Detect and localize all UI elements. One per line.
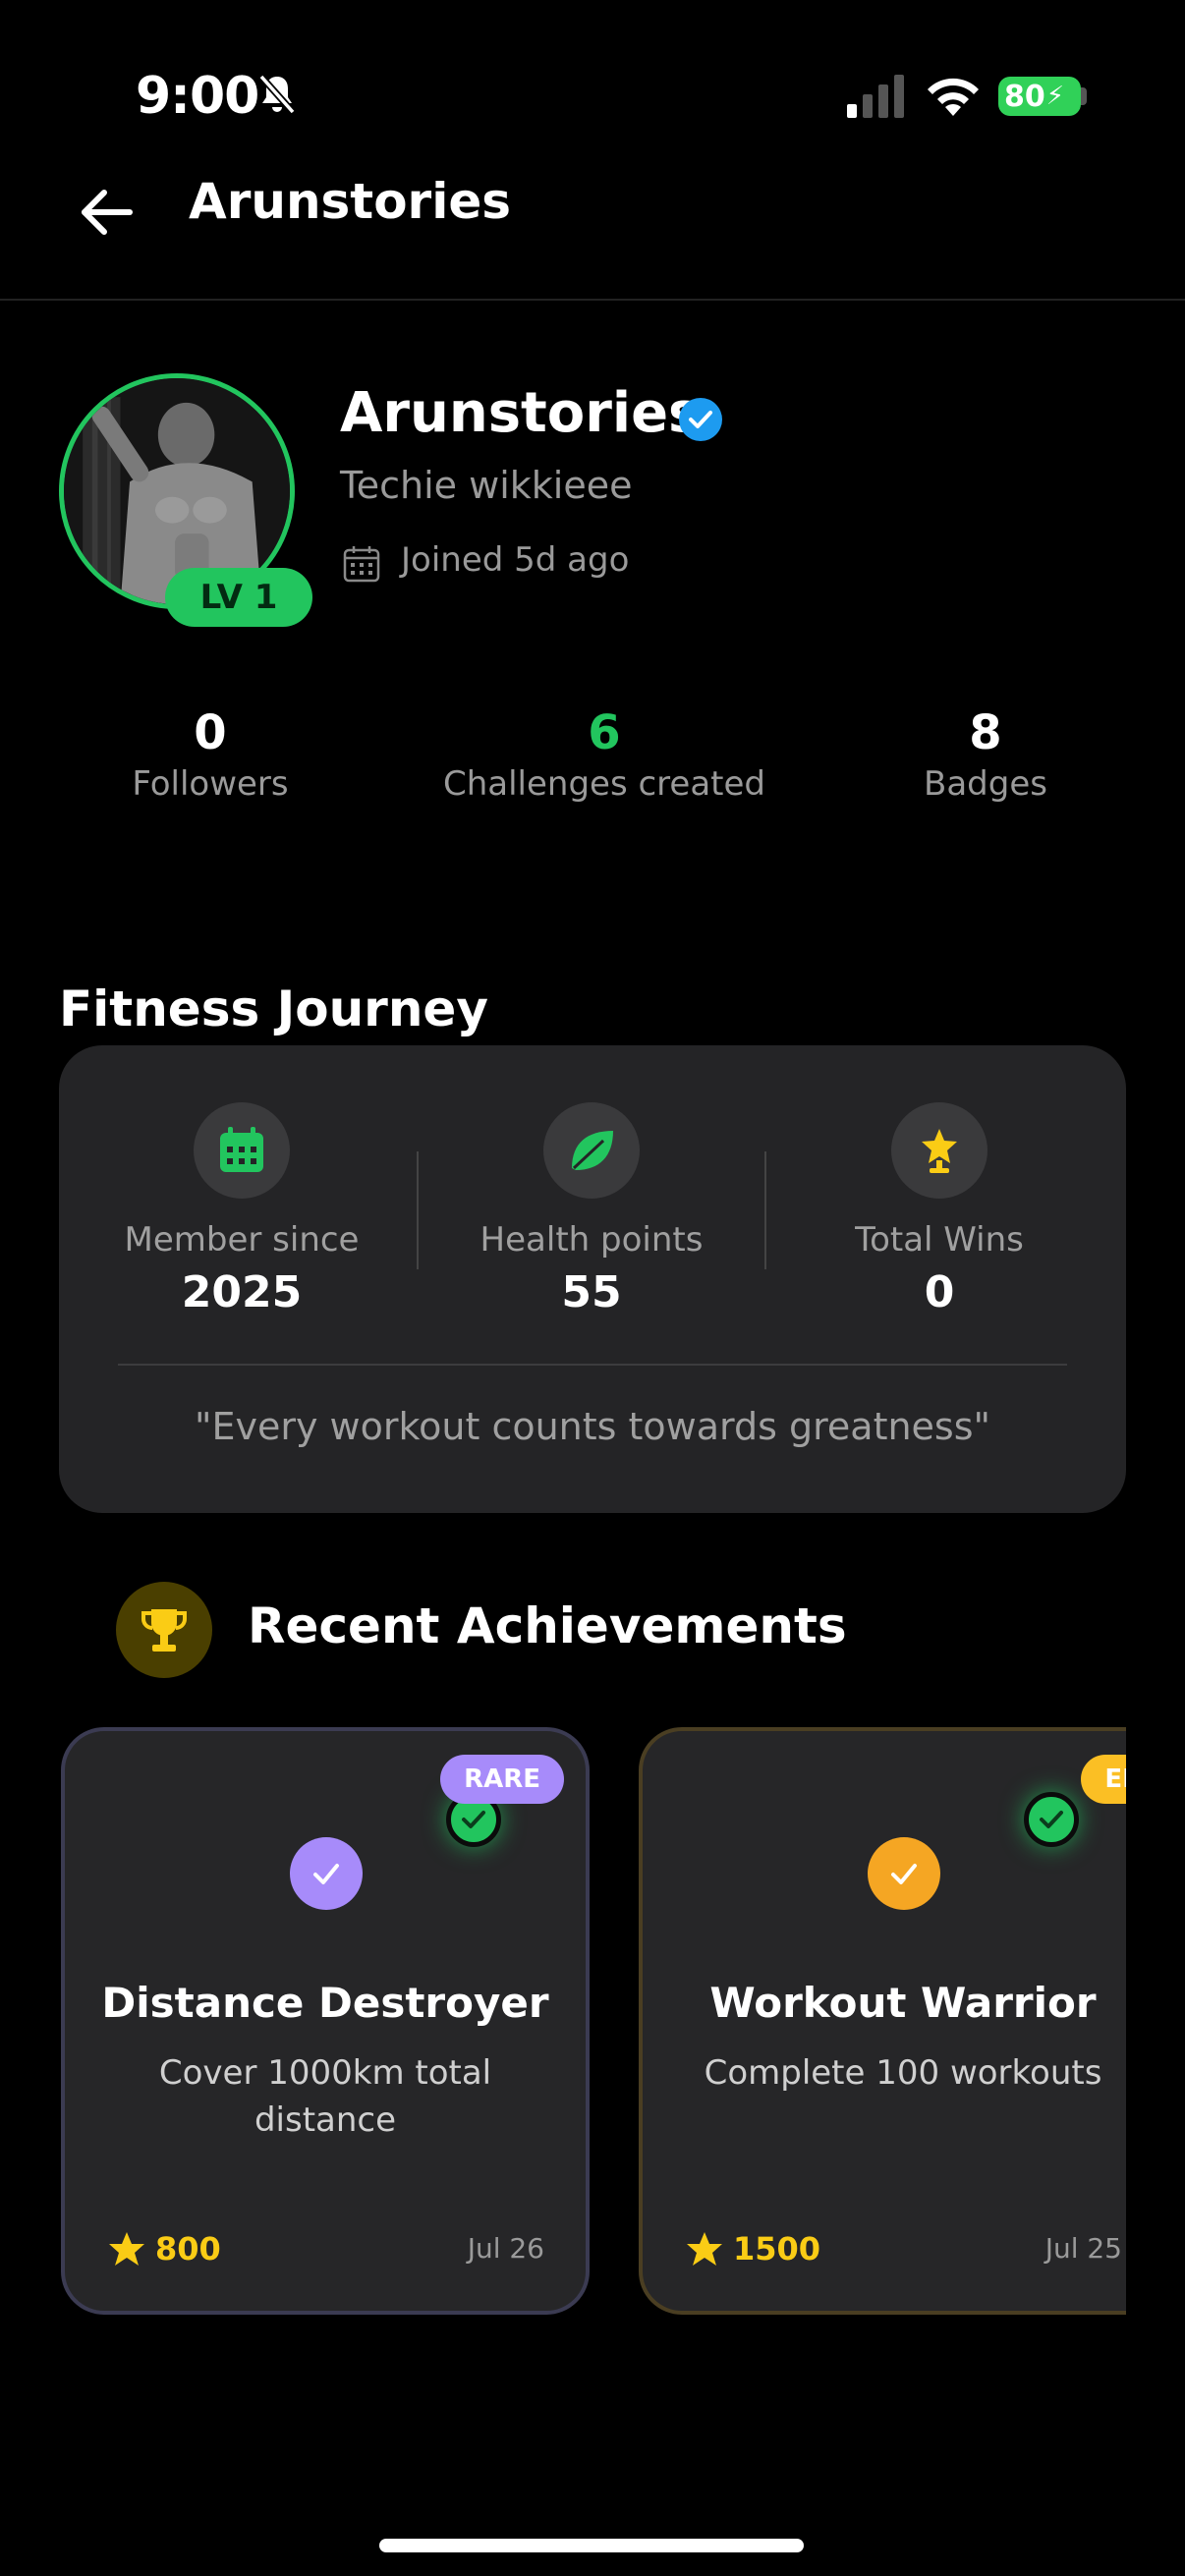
star-icon (109, 2232, 144, 2266)
wifi-icon (928, 78, 979, 116)
achievements-carousel[interactable]: RARE Distance Destroyer Cover 1000km tot… (59, 1725, 1126, 2319)
calendar-icon (343, 546, 380, 583)
stat-followers[interactable]: 0 Followers (110, 705, 310, 804)
journey-member-since: Member since 2025 (75, 1102, 409, 1317)
header-title: Arunstories (189, 173, 512, 230)
home-indicator[interactable] (379, 2539, 804, 2552)
divider (417, 1151, 419, 1269)
top-app-bar: Arunstories (0, 147, 1185, 301)
achievement-check-icon (290, 1837, 363, 1910)
achievement-points: 1500 (733, 2230, 821, 2268)
journey-total-wins: Total Wins 0 (772, 1102, 1106, 1317)
stat-value: 6 (588, 705, 621, 760)
achievement-card[interactable]: EPIC Workout Warrior Complete 100 workou… (639, 1727, 1126, 2315)
achievement-card[interactable]: RARE Distance Destroyer Cover 1000km tot… (61, 1727, 590, 2315)
leaf-icon (543, 1102, 640, 1199)
journey-label: Health points (480, 1220, 704, 1260)
stat-value: 8 (969, 705, 1002, 760)
profile-bio: Techie wikkieee (340, 464, 633, 507)
recent-achievements-title: Recent Achievements (248, 1597, 847, 1654)
journey-label: Member since (124, 1220, 360, 1260)
fitness-journey-card: Member since 2025 Health points 55 Total… (59, 1045, 1126, 1513)
stat-label: Followers (132, 764, 289, 804)
back-arrow-icon[interactable] (71, 177, 141, 248)
joined-date: Joined 5d ago (401, 540, 630, 580)
calendar-icon (194, 1102, 290, 1199)
motivational-quote: "Every workout counts towards greatness" (194, 1405, 991, 1448)
completed-check-icon (1024, 1792, 1079, 1847)
rarity-tag: EPIC (1081, 1755, 1126, 1804)
journey-health-points: Health points 55 (424, 1102, 759, 1317)
achievement-points: 800 (155, 2230, 221, 2268)
stat-badges[interactable]: 8 Badges (884, 705, 1087, 804)
stat-challenges-created[interactable]: 6 Challenges created (423, 705, 786, 804)
achievement-description: Complete 100 workouts (704, 2053, 1102, 2093)
status-time: 9:00 (136, 67, 259, 126)
level-badge: LV 1 (165, 568, 312, 627)
achievement-name: Distance Destroyer (101, 1979, 549, 2027)
achievement-check-icon (868, 1837, 940, 1910)
journey-value: 2025 (181, 1267, 303, 1317)
journey-value: 55 (561, 1267, 622, 1317)
journey-label: Total Wins (855, 1220, 1024, 1260)
achievement-date: Jul 25 (1044, 2232, 1122, 2265)
battery-level: 80 (1004, 79, 1045, 114)
rarity-tag: RARE (440, 1755, 564, 1804)
stat-label: Challenges created (442, 764, 765, 804)
achievement-name: Workout Warrior (709, 1979, 1097, 2027)
trophy-icon (116, 1582, 212, 1678)
bell-muted-icon (258, 74, 296, 115)
verified-check-icon (679, 398, 722, 441)
battery-indicator: 80 ⚡ (998, 77, 1081, 116)
achievement-date: Jul 26 (467, 2232, 544, 2265)
cellular-signal-icon (847, 75, 904, 118)
divider (118, 1364, 1067, 1366)
charging-bolt-icon: ⚡ (1045, 82, 1065, 111)
battery-tip (1081, 87, 1087, 105)
fitness-journey-title: Fitness Journey (59, 980, 488, 1037)
profile-name: Arunstories (340, 381, 702, 445)
star-icon (687, 2232, 722, 2266)
stat-value: 0 (194, 705, 227, 760)
trophy-star-icon (891, 1102, 988, 1199)
stat-label: Badges (924, 764, 1047, 804)
journey-value: 0 (924, 1267, 955, 1317)
divider (764, 1151, 766, 1269)
achievement-description: Cover 1000km total distance (158, 2053, 492, 2140)
